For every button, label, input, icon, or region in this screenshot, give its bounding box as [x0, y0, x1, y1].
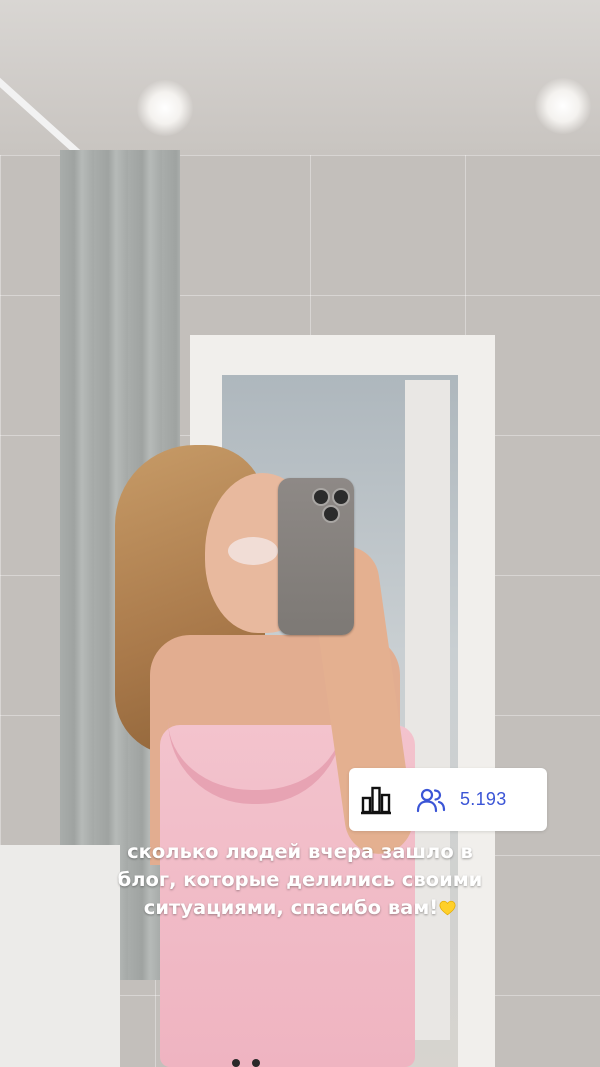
person-photo: [110, 445, 420, 1067]
poll-results-sticker[interactable]: 5.193: [349, 768, 547, 831]
yellow-heart-icon: [439, 900, 456, 916]
phone-camera-lens: [324, 507, 338, 521]
caption-line-3: ситуациями, спасибо вам!: [95, 894, 505, 922]
background-ceiling: [0, 0, 600, 155]
phone-camera-lens: [334, 490, 348, 504]
caption-line-1: сколько людей вчера зашло в: [127, 840, 473, 863]
ceiling-light-left: [137, 80, 193, 136]
viewer-count: 5.193: [460, 789, 507, 809]
caption-line-3-text: ситуациями, спасибо вам!: [143, 896, 439, 919]
caption-line-2: блог, которые делились своими: [117, 868, 483, 891]
bar-chart-icon: [361, 786, 391, 815]
page-indicator: [232, 1059, 266, 1067]
indicator-dot: [252, 1059, 260, 1067]
ceiling-light-right: [535, 78, 591, 134]
story-caption: сколько людей вчера зашло в блог, которы…: [95, 838, 505, 922]
phone-camera-lens: [314, 490, 328, 504]
indicator-dot: [232, 1059, 240, 1067]
story-view: 5.193 сколько людей вчера зашло в блог, …: [0, 0, 600, 1067]
eye-patch: [228, 537, 278, 565]
users-icon: [416, 788, 446, 813]
phone: [278, 478, 354, 635]
